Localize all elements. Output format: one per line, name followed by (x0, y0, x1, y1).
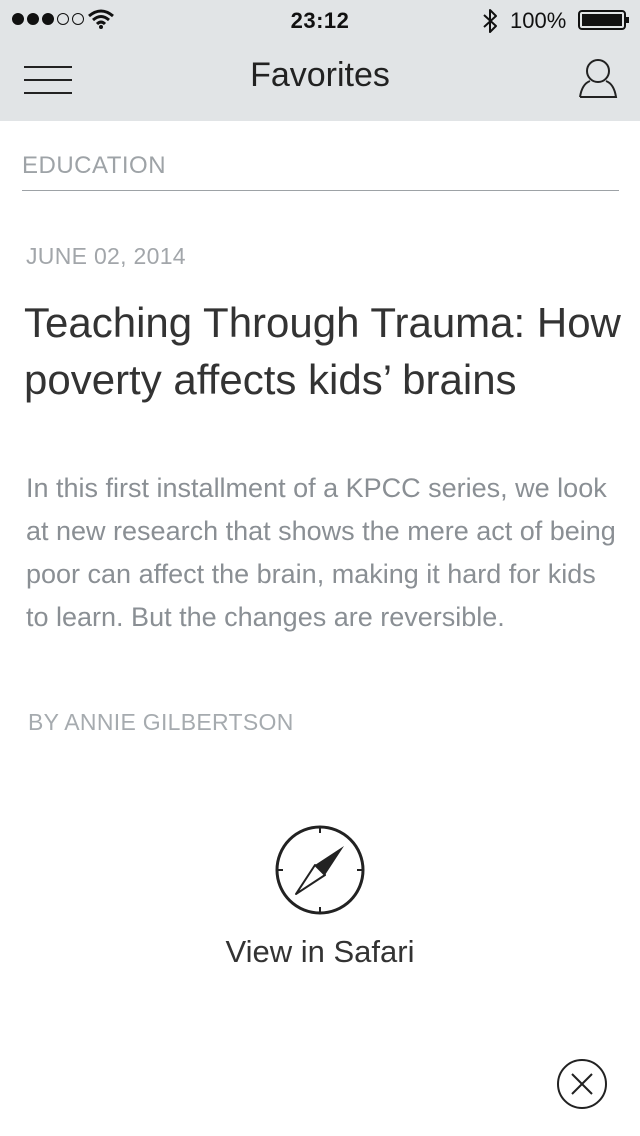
close-icon[interactable] (556, 1058, 608, 1110)
article-byline: BY ANNIE GILBERTSON (28, 709, 294, 735)
category-divider (22, 190, 619, 191)
article-headline: Teaching Through Trauma: How poverty aff… (24, 299, 621, 403)
bluetooth-icon (483, 9, 497, 33)
view-in-safari-label: View in Safari (225, 934, 415, 969)
compass-icon (275, 825, 365, 915)
article-summary: In this first installment of a KPCC seri… (26, 473, 616, 632)
battery-percentage: 100% (510, 8, 567, 33)
battery-icon (578, 10, 629, 30)
view-in-safari-button[interactable]: View in Safari (200, 824, 440, 974)
page-title: Favorites (250, 56, 390, 94)
top-chrome: 23:12 100% Favorites (0, 0, 640, 121)
nav-bar: Favorites (0, 40, 640, 121)
profile-icon[interactable] (576, 56, 620, 100)
article-category: EDUCATION (22, 152, 167, 179)
status-bar: 23:12 100% (0, 0, 640, 40)
article-date: JUNE 02, 2014 (26, 243, 186, 269)
